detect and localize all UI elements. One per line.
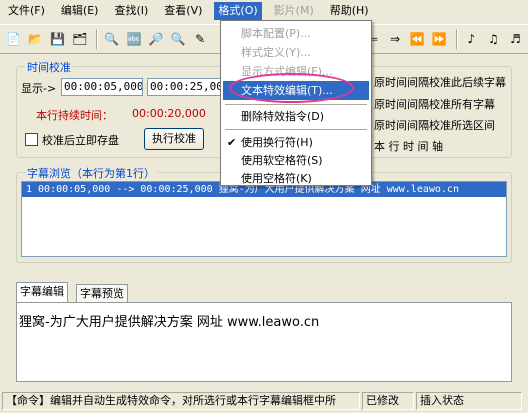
menu-item-use-linebreak-label: 使用换行符(H) [241, 136, 313, 149]
subtitle-editor[interactable]: 狸窝-为广大用户提供解决方案 网址 www.leawo.cn [16, 302, 512, 382]
menu-item-text-effect-edit[interactable]: 文本特效编辑(T)... [223, 81, 369, 100]
menu-movie[interactable]: 影片(M) [270, 2, 318, 20]
open-folder-icon[interactable]: 📂 [26, 29, 45, 49]
tab-subtitle-preview[interactable]: 字幕预览 [76, 284, 128, 302]
save-icon[interactable]: 💾 [48, 29, 67, 49]
toolbar-separator [455, 29, 458, 49]
display-label: 显示-> [21, 82, 57, 95]
menu-help[interactable]: 帮助(H) [326, 2, 373, 20]
find-next-icon[interactable]: 🔎 [146, 29, 165, 49]
music-note-icon[interactable]: ♪ [462, 29, 481, 49]
checkmark-icon: ✔ [227, 136, 237, 149]
status-insert-mode: 插入状态 [416, 392, 522, 410]
menu-view[interactable]: 查看(V) [160, 2, 206, 20]
subtitle-list[interactable]: 1 00:00:05,000 --> 00:00:25,000 狸窝-为广大用户… [21, 181, 507, 257]
calibrate-option-1[interactable]: 原时间间隔校准此后续字幕 [374, 74, 506, 90]
duration-label: 本行持续时间： [36, 109, 113, 122]
music-notes-icon[interactable]: ♫ [484, 29, 503, 49]
menu-find[interactable]: 查找(I) [110, 2, 152, 20]
format-dropdown-menu: 脚本配置(P)... 样式定义(Y)... 显示方式编辑(F)... 文本特效编… [220, 20, 372, 186]
find-icon[interactable]: 🔍 [102, 29, 121, 49]
status-command: 【命令】编辑并自动生成特效命令，对所选行或本行字幕编辑框中所 [2, 392, 360, 410]
menu-item-display-mode-edit[interactable]: 显示方式编辑(F)... [223, 62, 369, 81]
fast-forward-icon[interactable]: ⏩ [430, 29, 449, 49]
start-time-input[interactable]: 00:00:05,000 [61, 78, 143, 96]
menu-separator [225, 129, 367, 130]
calibrate-option-3[interactable]: 原时间间隔校准所选区间 [374, 117, 495, 133]
menu-item-use-space[interactable]: 使用空格符(K) [223, 169, 369, 188]
new-file-icon[interactable]: 📄 [4, 29, 23, 49]
calibrate-option-2[interactable]: 原时间间隔校准所有字幕 [374, 96, 495, 112]
save-all-icon[interactable]: 🗂 [70, 29, 89, 49]
menu-file[interactable]: 文件(F) [4, 2, 49, 20]
toolbar-separator [96, 29, 99, 49]
menu-item-style-definition[interactable]: 样式定义(Y)... [223, 43, 369, 62]
menu-edit[interactable]: 编辑(E) [57, 2, 103, 20]
subtitle-browse-group-label: 字幕浏览（本行为第1行） [25, 165, 157, 181]
menu-item-delete-effect[interactable]: 删除特效指令(D) [223, 107, 369, 126]
end-time-input[interactable]: 00:00:25,000 [147, 78, 227, 96]
save-after-checkbox-label: 校准后立即存盘 [42, 134, 119, 147]
replace-icon[interactable]: 🔤 [124, 29, 143, 49]
pen-icon[interactable]: ✎ [191, 29, 210, 49]
menu-item-script-config[interactable]: 脚本配置(P)... [223, 24, 369, 43]
menu-format[interactable]: 格式(O) [214, 2, 262, 20]
menubar: 文件(F) 编辑(E) 查找(I) 查看(V) 格式(O) 影片(M) 帮助(H… [0, 0, 528, 22]
music-note-2-icon[interactable]: ♬ [506, 29, 525, 49]
menu-item-use-soft-space[interactable]: 使用软空格符(S) [223, 151, 369, 170]
zoom-icon[interactable]: 🔍 [169, 29, 188, 49]
duration-value: 00:00:20,000 [132, 107, 206, 120]
menu-item-use-linebreak[interactable]: ✔ 使用换行符(H) [223, 133, 369, 152]
calibrate-button[interactable]: 执行校准 [144, 128, 204, 150]
time-calibration-group-label: 时间校准 [25, 59, 73, 75]
rewind-icon[interactable]: ⏪ [408, 29, 427, 49]
status-modified: 已修改 [362, 392, 414, 410]
time-axis-label: 本 行 时 间 轴 [374, 140, 443, 153]
tab-subtitle-edit[interactable]: 字幕编辑 [16, 282, 68, 302]
menu-separator [225, 104, 367, 105]
arrow-right-icon[interactable]: ⇒ [386, 29, 405, 49]
statusbar: 【命令】编辑并自动生成特效命令，对所选行或本行字幕编辑框中所 已修改 插入状态 [0, 389, 528, 413]
save-after-checkbox[interactable] [25, 133, 38, 146]
